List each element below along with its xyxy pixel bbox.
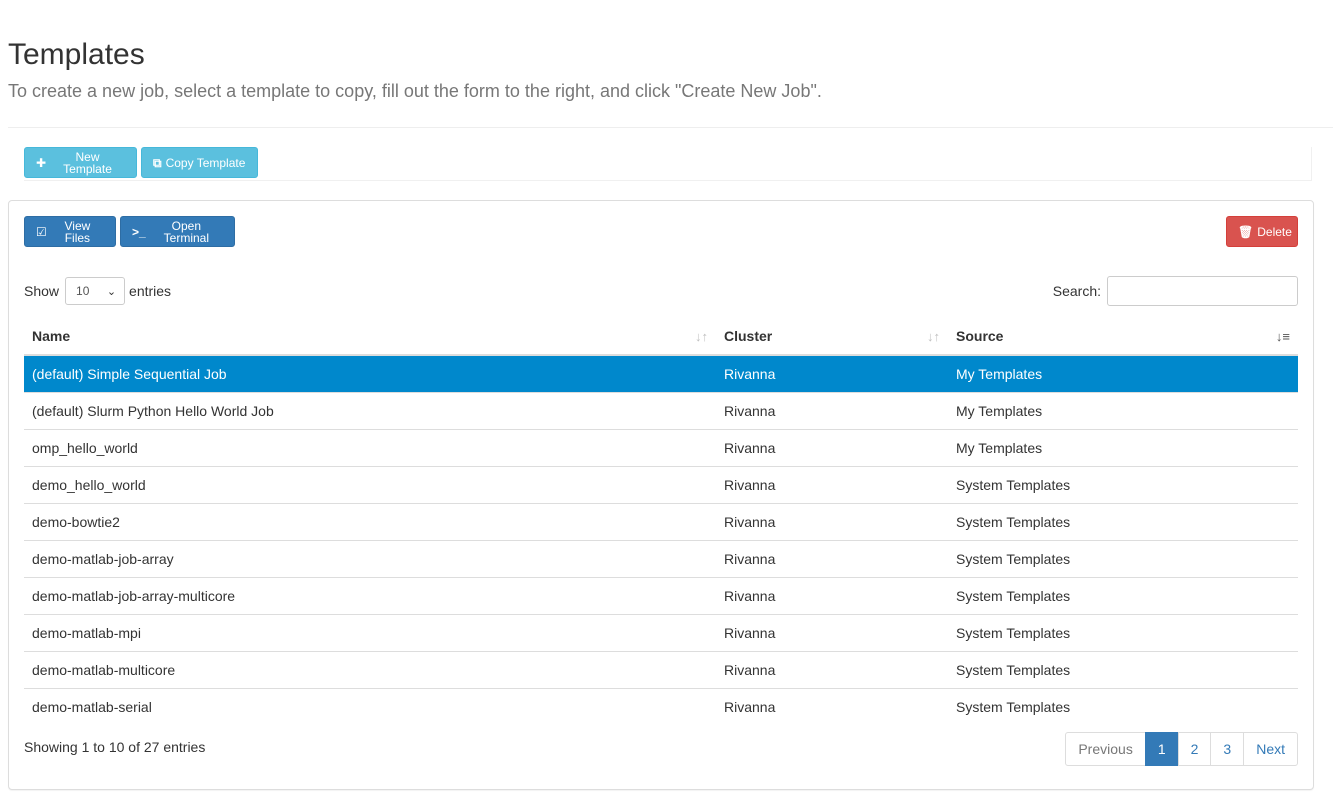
cell-source: System Templates xyxy=(948,576,1298,614)
cell-cluster: Rivanna xyxy=(716,354,948,392)
new-template-label: New Template xyxy=(63,149,112,176)
cell-cluster: Rivanna xyxy=(716,687,948,725)
view-files-button[interactable]: ☑ View Files xyxy=(24,216,116,247)
table-row[interactable]: omp_hello_world Rivanna My Templates xyxy=(24,428,1298,466)
column-label: Source xyxy=(956,328,1004,344)
pagination-page-2[interactable]: 2 xyxy=(1177,732,1212,766)
table-row[interactable]: demo-matlab-serial Rivanna System Template… xyxy=(24,687,1298,725)
search-control: Search: xyxy=(1053,276,1298,306)
cell-name: (default) Slurm Python Hello World Job xyxy=(24,391,716,429)
cell-name: demo-matlab-serial xyxy=(24,687,716,725)
cell-name: demo_hello_world xyxy=(24,465,716,503)
cell-source: My Templates xyxy=(948,391,1298,429)
pagination-previous[interactable]: Previous xyxy=(1065,732,1146,766)
sort-both-icon: ↓↑ xyxy=(695,329,708,344)
templates-page: Templates To create a new job, select a … xyxy=(0,0,1333,798)
sort-both-icon: ↓↑ xyxy=(927,329,940,344)
page-length-select[interactable]: 10 ⌄ xyxy=(65,277,126,305)
cell-name: demo-matlab-job-array-multicore xyxy=(24,576,716,614)
cell-source: System Templates xyxy=(948,687,1298,725)
table-row[interactable]: demo-matlab-job-array-multicore Rivanna Sy… xyxy=(24,576,1298,614)
table-info: Showing 1 to 10 of 27 entries xyxy=(24,739,206,755)
page-length-value: 10 xyxy=(76,284,90,298)
search-input[interactable] xyxy=(1107,276,1298,306)
page-subtitle: To create a new job, select a template t… xyxy=(8,81,822,101)
cell-cluster: Rivanna xyxy=(716,502,948,540)
cell-cluster: Rivanna xyxy=(716,391,948,429)
cell-name: (default) Simple Sequential Job xyxy=(24,354,716,392)
cell-cluster: Rivanna xyxy=(716,465,948,503)
table-row[interactable]: demo_hello_world Rivanna System Templates xyxy=(24,465,1298,503)
template-toolbar: ✚ New Template ⧉ Copy Template xyxy=(24,147,1312,181)
cell-name: omp_hello_world xyxy=(24,428,716,466)
delete-button[interactable]: 🗑 Delete xyxy=(1226,216,1298,247)
table-row[interactable]: demo-matlab-job-array Rivanna System Templ… xyxy=(24,539,1298,577)
cell-name: demo-matlab-multicore xyxy=(24,650,716,688)
edit-icon: ☑ xyxy=(36,224,47,239)
table-row[interactable]: demo-matlab-multicore Rivanna System Templ… xyxy=(24,650,1298,688)
delete-label: Delete xyxy=(1257,224,1292,239)
plus-icon: ✚ xyxy=(36,155,47,170)
pagination-next[interactable]: Next xyxy=(1243,732,1298,766)
cell-cluster: Rivanna xyxy=(716,613,948,651)
column-label: Name xyxy=(32,328,71,344)
terminal-icon: >_ xyxy=(132,224,146,239)
page-title: Templates xyxy=(8,38,145,71)
show-label: Show xyxy=(24,283,60,299)
cell-source: System Templates xyxy=(948,650,1298,688)
table-row[interactable]: (default) Simple Sequential Job Rivanna My… xyxy=(24,354,1298,392)
column-header-source[interactable]: Source ↓≡ xyxy=(948,318,1298,356)
cell-name: demo-matlab-job-array xyxy=(24,539,716,577)
table-row[interactable]: demo-bowtie2 Rivanna System Templates xyxy=(24,502,1298,540)
cell-cluster: Rivanna xyxy=(716,539,948,577)
trash-icon: 🗑 xyxy=(1238,224,1254,239)
page-header: Templates To create a new job, select a … xyxy=(8,36,1333,101)
table-header-row: Name ↓↑ Cluster ↓↑ Source ↓≡ xyxy=(24,318,1298,356)
cell-source: System Templates xyxy=(948,539,1298,577)
view-files-label: View Files xyxy=(64,218,91,245)
table-row[interactable]: (default) Slurm Python Hello World Job Ri… xyxy=(24,391,1298,429)
open-terminal-button[interactable]: >_ Open Terminal xyxy=(120,216,235,247)
cell-source: System Templates xyxy=(948,502,1298,540)
pagination: Previous 1 2 3 Next xyxy=(1065,732,1298,766)
cell-name: demo-bowtie2 xyxy=(24,502,716,540)
copy-template-label: Copy Template xyxy=(165,155,246,170)
pagination-page-1[interactable]: 1 xyxy=(1144,732,1179,766)
cell-source: My Templates xyxy=(948,428,1298,466)
table-row[interactable]: demo-matlab-mpi Rivanna System Templates xyxy=(24,613,1298,651)
sort-ascending-icon: ↓≡ xyxy=(1275,329,1290,344)
column-label: Cluster xyxy=(724,328,773,344)
copy-template-button[interactable]: ⧉ Copy Template xyxy=(141,147,258,178)
open-terminal-label: Open Terminal xyxy=(163,218,210,245)
new-template-button[interactable]: ✚ New Template xyxy=(24,147,137,178)
cell-source: System Templates xyxy=(948,465,1298,503)
page-length-control: Show 10 ⌄ entries xyxy=(24,277,171,305)
templates-table: Name ↓↑ Cluster ↓↑ Source ↓≡ (default) S… xyxy=(24,318,1298,725)
column-header-name[interactable]: Name ↓↑ xyxy=(24,318,716,356)
cell-name: demo-matlab-mpi xyxy=(24,613,716,651)
cell-source: System Templates xyxy=(948,613,1298,651)
cell-cluster: Rivanna xyxy=(716,428,948,466)
chevron-down-icon: ⌄ xyxy=(106,285,117,298)
cell-cluster: Rivanna xyxy=(716,576,948,614)
search-label: Search: xyxy=(1052,283,1101,299)
column-header-cluster[interactable]: Cluster ↓↑ xyxy=(716,318,948,356)
copy-icon: ⧉ xyxy=(153,155,162,170)
header-divider xyxy=(8,127,1333,128)
entries-label: entries xyxy=(129,283,172,299)
cell-cluster: Rivanna xyxy=(716,650,948,688)
pagination-page-3[interactable]: 3 xyxy=(1210,732,1245,766)
cell-source: My Templates xyxy=(948,354,1298,392)
templates-panel: ☑ View Files >_ Open Terminal 🗑 Delete S… xyxy=(8,200,1314,790)
